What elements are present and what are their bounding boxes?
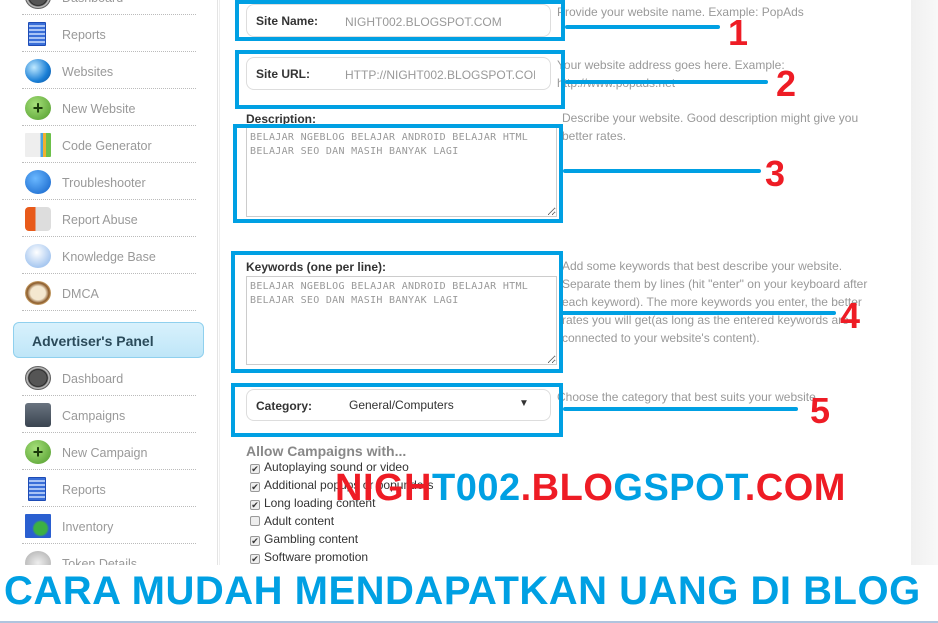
allow-campaigns-heading: Allow Campaigns with... bbox=[246, 443, 407, 459]
sidebar-item-new-campaign[interactable]: + New Campaign bbox=[22, 433, 196, 470]
right-margin bbox=[911, 0, 938, 565]
sidebar-item-inventory[interactable]: Inventory bbox=[22, 507, 196, 544]
sidebar-item-troubleshooter[interactable]: Troubleshooter bbox=[22, 163, 196, 200]
sidebar-item-label: Campaigns bbox=[62, 409, 126, 423]
sidebar-item-label: DMCA bbox=[62, 287, 99, 301]
plus-icon: + bbox=[25, 440, 51, 464]
megaphone-icon bbox=[25, 207, 51, 231]
first-aid-icon bbox=[25, 170, 51, 194]
sidebar-item-label: Knowledge Base bbox=[62, 250, 156, 264]
pointer-line-3 bbox=[563, 169, 761, 173]
lightbulb-icon bbox=[25, 244, 51, 268]
reports-icon bbox=[28, 22, 46, 46]
watermark-segment: GSPOT bbox=[613, 467, 745, 509]
sidebar-item-label: Dashboard bbox=[62, 0, 123, 5]
dashboard-icon bbox=[25, 366, 51, 390]
sidebar-item-websites[interactable]: Websites bbox=[22, 52, 196, 89]
highlight-box-5 bbox=[231, 383, 563, 437]
sidebar-item-label: Dashboard bbox=[62, 372, 124, 386]
pointer-line-4 bbox=[560, 311, 836, 315]
watermark-text: NIGHT002.BLOGSPOT.COM bbox=[335, 467, 846, 510]
code-generator-icon bbox=[25, 133, 51, 157]
checkbox[interactable] bbox=[250, 516, 260, 526]
sidebar-item-label: New Campaign bbox=[62, 446, 148, 460]
annotation-number-5: 5 bbox=[810, 390, 831, 431]
sidebar-item-label: Report Abuse bbox=[62, 213, 138, 227]
annotation-number-3: 3 bbox=[765, 153, 786, 194]
checkbox[interactable]: ✔ bbox=[250, 464, 260, 474]
sidebar-item-dashboard[interactable]: Dashboard bbox=[22, 0, 196, 15]
site-url-help: Your website address goes here. Example:… bbox=[557, 58, 785, 90]
sidebar-item-label: Websites bbox=[62, 65, 114, 79]
category-help: Choose the category that best suits your… bbox=[557, 390, 820, 404]
reports-icon bbox=[28, 477, 46, 501]
annotation-number-2: 2 bbox=[776, 63, 797, 104]
pointer-line-1 bbox=[565, 25, 720, 29]
sidebar-item-label: Reports bbox=[62, 28, 106, 42]
checkbox[interactable]: ✔ bbox=[250, 554, 260, 564]
keywords-help: Add some keywords that best describe you… bbox=[562, 259, 868, 345]
advertisers-panel-header[interactable]: Advertiser's Panel bbox=[13, 322, 204, 358]
checkbox[interactable]: ✔ bbox=[250, 536, 260, 546]
sidebar-item-reports[interactable]: Reports bbox=[22, 470, 196, 507]
sidebar-item-label: Reports bbox=[62, 483, 106, 497]
checkbox-label: Adult content bbox=[264, 514, 335, 528]
annotation-number-1: 1 bbox=[728, 12, 749, 53]
pointer-line-5 bbox=[563, 407, 798, 411]
dashboard-icon bbox=[25, 0, 51, 9]
sidebar-item-knowledge-base[interactable]: Knowledge Base bbox=[22, 237, 196, 274]
wallet-icon bbox=[25, 403, 51, 427]
checkbox[interactable]: ✔ bbox=[250, 500, 260, 510]
watermark-segment: NIGH bbox=[335, 467, 432, 509]
sidebar-item-new-website[interactable]: + New Website bbox=[22, 89, 196, 126]
allow-option[interactable]: ✔ Software promotion bbox=[250, 550, 368, 564]
sidebar-item-code-generator[interactable]: Code Generator bbox=[22, 126, 196, 163]
sidebar-item-label: Code Generator bbox=[62, 139, 152, 153]
plus-icon: + bbox=[25, 96, 51, 120]
sidebar-item-reports[interactable]: Reports bbox=[22, 15, 196, 52]
watermark-segment: .BLO bbox=[520, 467, 614, 509]
checkbox-label: Software promotion bbox=[264, 550, 369, 564]
highlight-box-4 bbox=[231, 251, 563, 373]
site-name-help: Provide your website name. Example: PopA… bbox=[557, 5, 804, 19]
inventory-icon bbox=[25, 514, 51, 538]
sidebar-item-label: New Website bbox=[62, 102, 136, 116]
sidebar-item-campaigns[interactable]: Campaigns bbox=[22, 396, 196, 433]
description-help: Describe your website. Good description … bbox=[562, 111, 859, 143]
sidebar-item-label: Troubleshooter bbox=[62, 176, 146, 190]
watermark-segment: .COM bbox=[744, 467, 846, 509]
seal-icon bbox=[25, 281, 51, 305]
pointer-line-2 bbox=[565, 80, 768, 84]
allow-option[interactable]: ✔ Gambling content bbox=[250, 532, 358, 546]
checkbox-label: Gambling content bbox=[264, 532, 359, 546]
allow-option[interactable]: Adult content bbox=[250, 514, 334, 528]
highlight-box-3 bbox=[233, 124, 563, 223]
banner-title: CARA MUDAH MENDAPATKAN UANG DI BLOG bbox=[4, 569, 921, 613]
annotation-number-4: 4 bbox=[840, 295, 861, 336]
sidebar-item-label: Inventory bbox=[62, 520, 114, 534]
sidebar-item-dashboard[interactable]: Dashboard bbox=[22, 359, 196, 396]
sidebar-item-dmca[interactable]: DMCA bbox=[22, 274, 196, 311]
highlight-box-2 bbox=[235, 50, 565, 109]
checkbox[interactable]: ✔ bbox=[250, 482, 260, 492]
globe-icon bbox=[25, 59, 51, 83]
sidebar-item-report-abuse[interactable]: Report Abuse bbox=[22, 200, 196, 237]
watermark-segment: T002 bbox=[432, 467, 521, 509]
highlight-box-1 bbox=[235, 0, 565, 41]
